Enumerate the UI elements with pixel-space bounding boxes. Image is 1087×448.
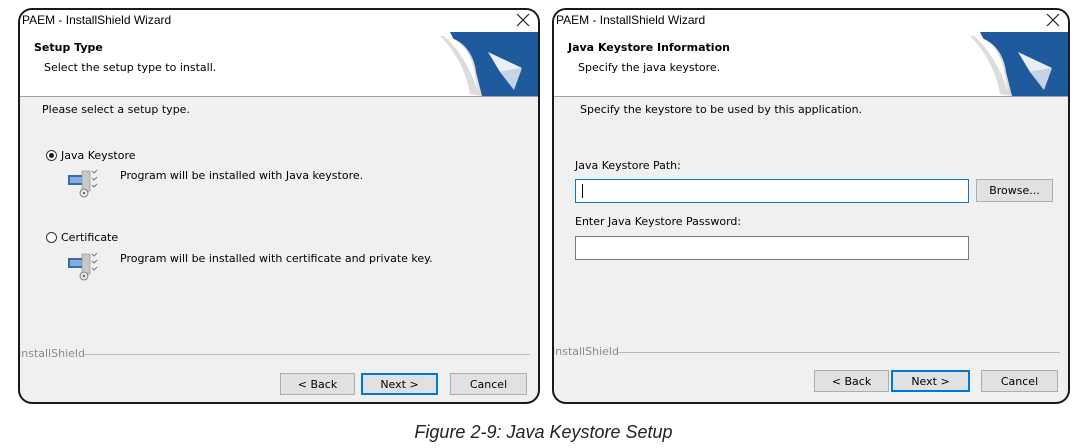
- setup-option-icon: [68, 252, 98, 281]
- close-button[interactable]: [1044, 11, 1062, 29]
- text-caret: [582, 184, 583, 198]
- close-icon: [1046, 13, 1060, 27]
- footer-divider: [618, 352, 1060, 353]
- keystore-password-label: Enter Java Keystore Password:: [575, 215, 742, 228]
- next-button[interactable]: Next >: [361, 373, 438, 395]
- next-button[interactable]: Next >: [891, 370, 970, 392]
- back-button[interactable]: < Back: [280, 373, 355, 395]
- wizard-header: Setup Type Select the setup type to inst…: [20, 32, 538, 97]
- radio-label: Java Keystore: [61, 148, 136, 162]
- option-description: Program will be installed with Java keys…: [120, 169, 364, 182]
- window-title: PAEM - InstallShield Wizard: [556, 13, 706, 27]
- close-icon: [516, 13, 530, 27]
- header-title: Java Keystore Information: [568, 41, 730, 54]
- browse-button[interactable]: Browse...: [976, 179, 1053, 202]
- radio-label: Certificate: [61, 230, 119, 244]
- installshield-label: InstallShield: [18, 347, 85, 360]
- radio-java-keystore[interactable]: Java Keystore: [46, 147, 136, 163]
- radio-button-unchecked[interactable]: [46, 231, 57, 243]
- window-title: PAEM - InstallShield Wizard: [22, 13, 172, 27]
- cancel-button[interactable]: Cancel: [450, 373, 527, 395]
- installshield-logo-icon: [970, 32, 1068, 96]
- radio-certificate[interactable]: Certificate: [46, 229, 118, 245]
- keystore-password-input[interactable]: [575, 236, 969, 260]
- setup-option-icon: [68, 169, 98, 198]
- figure-caption: Figure 2-9: Java Keystore Setup: [414, 422, 673, 442]
- title-bar: PAEM - InstallShield Wizard: [20, 10, 538, 32]
- wizard-header: Java Keystore Information Specify the ja…: [554, 32, 1068, 97]
- cancel-button[interactable]: Cancel: [981, 370, 1058, 392]
- setup-type-window: PAEM - InstallShield Wizard Setup Type S…: [18, 8, 540, 404]
- title-bar: PAEM - InstallShield Wizard: [554, 10, 1068, 32]
- footer-divider: [84, 354, 530, 355]
- installshield-logo-icon: [440, 32, 538, 96]
- radio-button-checked[interactable]: [46, 149, 57, 161]
- keystore-instruction: Specify the keystore to be used by this …: [580, 103, 863, 116]
- header-title: Setup Type: [34, 41, 103, 54]
- header-subtitle: Specify the java keystore.: [578, 61, 721, 74]
- option-description: Program will be installed with certifica…: [120, 252, 433, 265]
- keystore-info-window: PAEM - InstallShield Wizard Java Keystor…: [552, 8, 1070, 404]
- setup-prompt: Please select a setup type.: [42, 103, 190, 116]
- keystore-path-input[interactable]: [575, 179, 969, 203]
- close-button[interactable]: [514, 11, 532, 29]
- back-button[interactable]: < Back: [814, 370, 889, 392]
- keystore-path-label: Java Keystore Path:: [575, 159, 681, 172]
- header-subtitle: Select the setup type to install.: [44, 61, 217, 74]
- installshield-label: InstallShield: [552, 345, 619, 358]
